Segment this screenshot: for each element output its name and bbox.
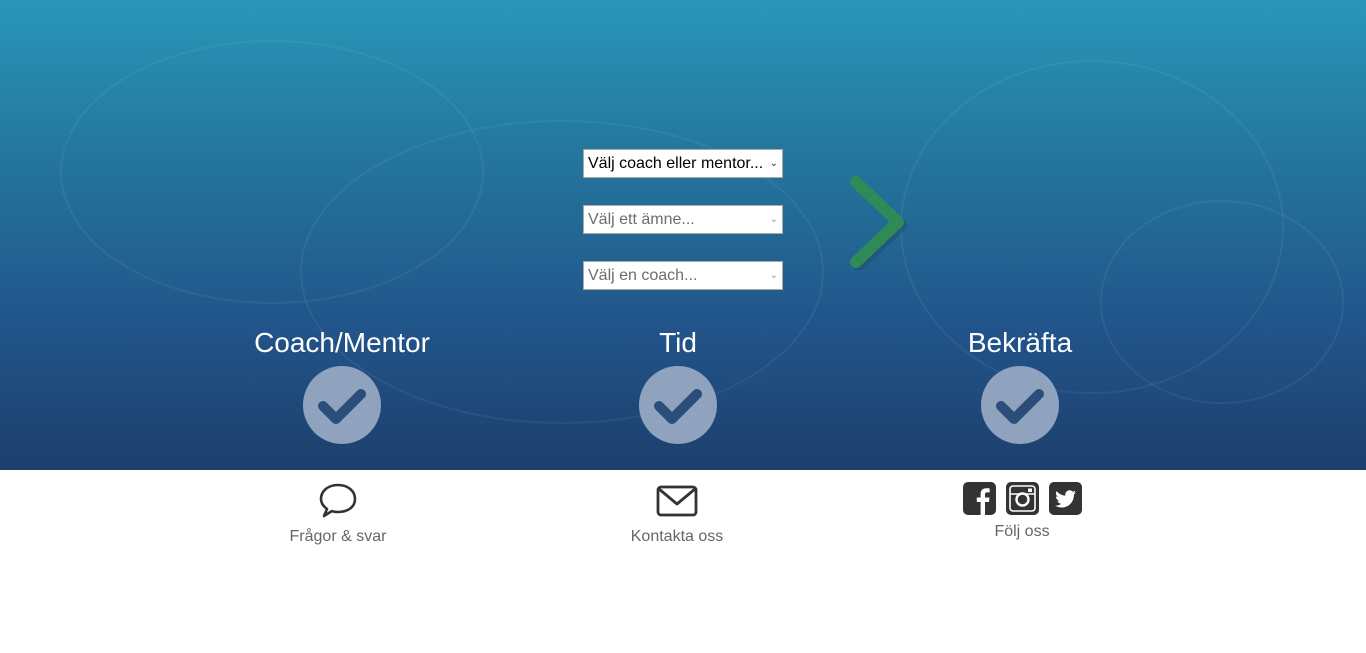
- footer-contact[interactable]: Kontakta oss: [567, 482, 787, 546]
- chevron-right-icon: [850, 176, 904, 268]
- hero-section: Välj coach eller mentor... ⌄ Välj ett äm…: [0, 0, 1366, 470]
- chevron-down-icon: ⌄: [769, 270, 778, 281]
- coach-select-value: Välj en coach...: [588, 267, 698, 284]
- footer-follow-label: Följ oss: [994, 523, 1050, 540]
- envelope-icon[interactable]: [656, 482, 698, 520]
- footer-faq-label[interactable]: Frågor & svar: [228, 528, 448, 546]
- twitter-icon[interactable]: [1048, 482, 1082, 515]
- speech-bubble-icon[interactable]: [318, 482, 358, 520]
- next-button[interactable]: [846, 174, 908, 270]
- subject-select[interactable]: Välj ett ämne... ⌄: [583, 205, 783, 234]
- step-title: Tid: [659, 327, 697, 358]
- footer-faq[interactable]: Frågor & svar: [228, 482, 448, 546]
- facebook-icon[interactable]: [962, 482, 996, 515]
- checkmark-icon: [303, 366, 381, 444]
- step-tid: Tid: [558, 325, 798, 444]
- subject-select-value: Välj ett ämne...: [588, 211, 695, 228]
- coach-type-select-value: Välj coach eller mentor...: [588, 155, 764, 172]
- coach-type-select[interactable]: Välj coach eller mentor... ⌄: [583, 149, 783, 178]
- footer-follow: Följ oss: [912, 482, 1132, 541]
- instagram-icon[interactable]: [1005, 482, 1039, 515]
- step-title: Coach/Mentor: [254, 327, 430, 358]
- footer-contact-label[interactable]: Kontakta oss: [567, 528, 787, 546]
- step-bekrafta: Bekräfta: [900, 325, 1140, 444]
- step-title: Bekräfta: [967, 327, 1073, 358]
- checkmark-icon: [639, 366, 717, 444]
- step-coach-mentor: Coach/Mentor: [222, 325, 462, 444]
- social-icons: [912, 482, 1132, 515]
- chevron-down-icon: ⌄: [769, 158, 778, 169]
- chevron-down-icon: ⌄: [769, 214, 778, 225]
- coach-select[interactable]: Välj en coach... ⌄: [583, 261, 783, 290]
- checkmark-icon: [981, 366, 1059, 444]
